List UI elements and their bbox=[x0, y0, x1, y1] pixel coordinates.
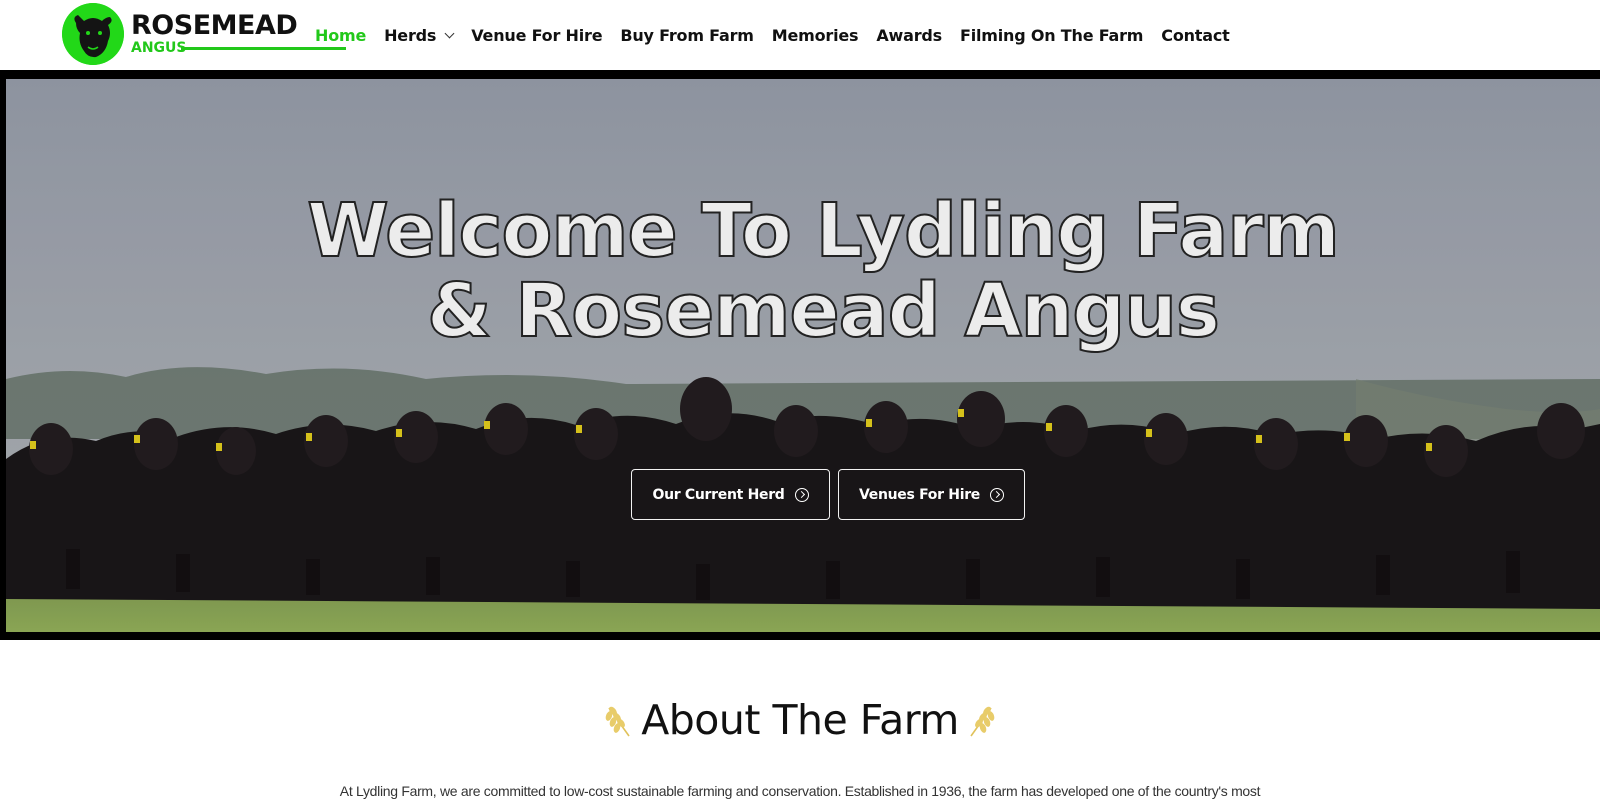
nav-filming-on-the-farm[interactable]: Filming On The Farm bbox=[960, 26, 1144, 45]
venues-for-hire-button[interactable]: Venues For Hire bbox=[838, 469, 1025, 520]
nav-contact[interactable]: Contact bbox=[1161, 26, 1230, 45]
nav-memories[interactable]: Memories bbox=[772, 26, 859, 45]
site-header: ROSEMEAD ANGUS Home Herds Venue For Hire… bbox=[0, 0, 1600, 70]
chevron-down-icon bbox=[444, 28, 455, 38]
hero-banner: Welcome To Lydling Farm & Rosemead Angus… bbox=[6, 79, 1600, 632]
nav-herds[interactable]: Herds bbox=[384, 25, 455, 45]
main-nav: Home Herds Venue For Hire Buy From Farm … bbox=[315, 22, 1248, 48]
logo-subtitle: ANGUS bbox=[131, 40, 187, 56]
about-heading: About The Farm bbox=[0, 690, 1600, 750]
nav-venue-for-hire[interactable]: Venue For Hire bbox=[471, 26, 602, 45]
nav-awards[interactable]: Awards bbox=[876, 26, 942, 45]
nav-home[interactable]: Home bbox=[315, 26, 366, 45]
arrow-circle-right-icon bbox=[794, 487, 809, 502]
logo-wordmark: ROSEMEAD bbox=[131, 10, 298, 41]
wheat-icon bbox=[605, 706, 630, 737]
nav-buy-from-farm[interactable]: Buy From Farm bbox=[620, 26, 754, 45]
hero-title: Welcome To Lydling Farm & Rosemead Angus bbox=[306, 188, 1341, 354]
venues-for-hire-label: Venues For Hire bbox=[858, 486, 980, 503]
arrow-circle-right-icon bbox=[990, 487, 1004, 502]
wheat-icon bbox=[970, 706, 995, 737]
hero-frame: Welcome To Lydling Farm & Rosemead Angus… bbox=[0, 70, 1600, 640]
about-title: About The Farm bbox=[641, 696, 959, 744]
our-current-herd-button[interactable]: Our Current Herd bbox=[631, 469, 830, 520]
nav-herds-label: Herds bbox=[384, 25, 437, 45]
cattle-field-image bbox=[6, 79, 1600, 632]
cow-head-icon bbox=[62, 3, 124, 65]
our-current-herd-label: Our Current Herd bbox=[652, 486, 785, 503]
site-logo[interactable]: ROSEMEAD ANGUS bbox=[62, 3, 346, 65]
about-paragraph: At Lydling Farm, we are committed to low… bbox=[339, 783, 1261, 799]
